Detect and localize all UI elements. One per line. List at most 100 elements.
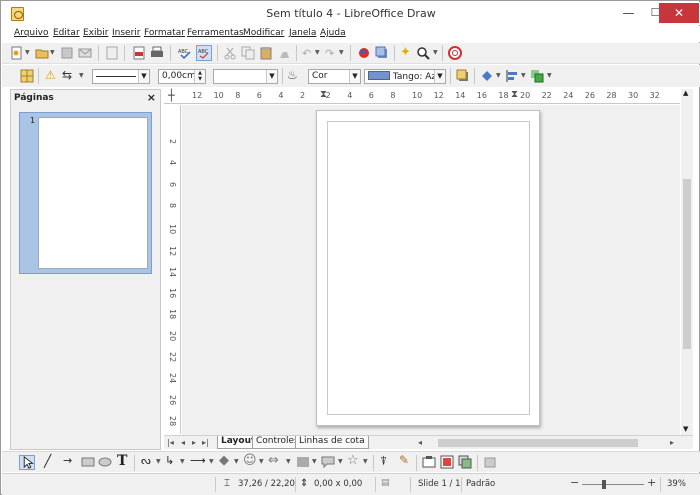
last-tab-icon[interactable]: ▸| xyxy=(202,438,209,447)
menu-janela[interactable]: Janela xyxy=(289,28,316,38)
arrow-line-tool-icon[interactable]: → xyxy=(63,454,72,467)
glue-points-icon[interactable]: ✎ xyxy=(399,453,409,467)
horizontal-scroll-thumb[interactable] xyxy=(438,439,638,447)
ellipse-tool-icon[interactable] xyxy=(98,455,112,469)
stars-icon[interactable]: ☆ xyxy=(347,453,359,468)
redo-icon[interactable]: ↷ xyxy=(325,47,334,60)
line-width-field[interactable]: 0,00cm ▲ ▼ xyxy=(158,69,206,84)
arrange-dropdown-icon[interactable]: ▼ xyxy=(547,72,552,79)
points-icon[interactable]: ✦ xyxy=(400,45,411,60)
vertical-ruler[interactable]: 2 4 6 8 10 12 14 16 18 20 22 24 26 28 xyxy=(164,105,181,434)
symbol-dropdown-icon[interactable]: ▼ xyxy=(259,458,264,465)
undo-dropdown-icon[interactable]: ▼ xyxy=(315,49,320,56)
select-arrow-icon[interactable] xyxy=(19,455,35,470)
stars-dropdown-icon[interactable]: ▼ xyxy=(363,458,368,465)
close-panel-icon[interactable]: × xyxy=(147,91,156,104)
close-button[interactable]: ✕ xyxy=(659,3,699,23)
menu-ferramentas[interactable]: Ferramentas xyxy=(187,28,244,38)
menu-modificar[interactable]: Modificar xyxy=(243,28,284,38)
block-arrows-dropdown-icon[interactable]: ▼ xyxy=(286,458,291,465)
zoom-dropdown-icon[interactable]: ▼ xyxy=(433,49,438,56)
edit-points-icon[interactable]: ⍒ xyxy=(380,454,387,469)
auto-spellcheck-icon[interactable]: ABC xyxy=(196,45,212,61)
extrusion-icon[interactable] xyxy=(483,455,497,469)
undo-icon[interactable]: ↶ xyxy=(302,47,311,60)
open-dropdown-icon[interactable]: ▼ xyxy=(50,49,55,56)
connector-tool-icon[interactable]: ↳ xyxy=(165,454,174,467)
flowchart-icon[interactable] xyxy=(296,455,310,469)
arrow-style-dropdown-icon[interactable]: ▼ xyxy=(79,72,84,79)
callouts-dropdown-icon[interactable]: ▼ xyxy=(338,458,343,465)
align-icon[interactable] xyxy=(505,69,519,83)
callouts-icon[interactable] xyxy=(321,455,335,469)
scroll-up-icon[interactable]: ▲ xyxy=(683,89,688,97)
help-icon[interactable] xyxy=(448,46,462,60)
align-dropdown-icon[interactable]: ▼ xyxy=(521,72,526,79)
zoom-icon[interactable] xyxy=(416,46,430,60)
zoom-slider-handle[interactable] xyxy=(602,480,607,489)
indent-marker-icon[interactable]: ⧗ xyxy=(511,89,518,100)
clone-formatting-icon[interactable] xyxy=(277,46,291,60)
lines-dropdown-icon[interactable]: ▼ xyxy=(209,458,214,465)
line-color-select[interactable]: ▼ xyxy=(213,69,278,84)
vertical-scroll-thumb[interactable] xyxy=(683,179,691,349)
drawing-page[interactable] xyxy=(316,110,540,426)
minimize-button[interactable]: — xyxy=(615,3,642,23)
fontwork-icon[interactable] xyxy=(422,455,436,469)
spelling-icon[interactable]: ABC xyxy=(178,46,192,60)
copy-icon[interactable] xyxy=(241,46,255,60)
menu-inserir[interactable]: Inserir xyxy=(112,28,141,38)
arrow-style-icon[interactable]: ⇆ xyxy=(62,68,72,82)
print-icon[interactable] xyxy=(150,46,164,60)
area-style-select[interactable]: Cor ▼ xyxy=(308,69,361,84)
open-folder-icon[interactable] xyxy=(35,46,49,60)
area-fill-icon[interactable]: ♨ xyxy=(287,68,298,82)
menu-formatar[interactable]: Formatar xyxy=(144,28,185,38)
export-pdf-icon[interactable] xyxy=(132,46,146,60)
basic-shapes-dropdown-icon[interactable]: ▼ xyxy=(234,458,239,465)
curve-dropdown-icon[interactable]: ▼ xyxy=(156,458,161,465)
image-icon[interactable] xyxy=(440,455,454,469)
menu-exibir[interactable]: Exibir xyxy=(83,28,108,38)
spinner-icon[interactable]: ▲ ▼ xyxy=(194,70,205,83)
next-tab-icon[interactable]: ▸ xyxy=(192,438,196,447)
prev-tab-icon[interactable]: ◂ xyxy=(181,438,185,447)
zoom-slider-track[interactable] xyxy=(582,484,644,485)
zoom-in-button[interactable]: + xyxy=(647,476,656,489)
document-modified-icon[interactable]: ▤ xyxy=(381,478,390,488)
lines-arrows-icon[interactable]: ⟶ xyxy=(190,454,206,467)
zoom-level[interactable]: 39% xyxy=(667,479,686,489)
horizontal-ruler[interactable]: ┼ 12 10 8 6 4 2 2 4 6 8 10 12 14 16 18 20 22 24 26 28 30 32 ⧗… xyxy=(164,89,680,104)
gallery-icon[interactable] xyxy=(458,455,472,469)
scroll-left-icon[interactable]: ◂ xyxy=(418,438,422,447)
transformations-icon[interactable] xyxy=(357,46,371,60)
flowchart-dropdown-icon[interactable]: ▼ xyxy=(312,458,317,465)
line-tool-icon[interactable]: ╱ xyxy=(44,454,51,468)
rotate-icon[interactable] xyxy=(480,69,494,83)
page-thumbnail-selected[interactable]: 1 xyxy=(19,112,152,274)
area-color-select[interactable]: Tango: Azu ▼ xyxy=(364,69,446,84)
vertical-scrollbar[interactable]: ▲ ▼ xyxy=(681,89,693,435)
tab-stop-icon[interactable]: ┼ xyxy=(168,89,175,102)
email-icon[interactable] xyxy=(78,46,92,60)
redo-dropdown-icon[interactable]: ▼ xyxy=(339,49,344,56)
object-shadow-icon[interactable] xyxy=(456,69,470,83)
zoom-out-button[interactable]: − xyxy=(570,476,579,489)
connector-dropdown-icon[interactable]: ▼ xyxy=(180,458,185,465)
rotate-dropdown-icon[interactable]: ▼ xyxy=(496,72,501,79)
menu-editar[interactable]: Editar xyxy=(53,28,80,38)
scroll-right-icon[interactable]: ▸ xyxy=(670,438,674,447)
rectangle-tool-icon[interactable] xyxy=(81,455,95,469)
tab-linhas-de-cota[interactable]: Linhas de cota xyxy=(295,436,369,449)
menu-arquivo[interactable]: Arquivo xyxy=(14,28,48,38)
new-document-icon[interactable] xyxy=(10,46,24,60)
block-arrows-icon[interactable]: ⇔ xyxy=(268,453,279,468)
line-icon[interactable]: ⚠ xyxy=(45,68,56,82)
menu-ajuda[interactable]: Ajuda xyxy=(320,28,346,38)
shadow-icon[interactable] xyxy=(375,46,389,60)
symbol-shapes-icon[interactable]: ☺ xyxy=(243,453,257,468)
save-icon[interactable] xyxy=(60,46,74,60)
basic-shapes-icon[interactable]: ◆ xyxy=(219,453,229,468)
edit-file-icon[interactable] xyxy=(105,46,119,60)
drawing-canvas[interactable] xyxy=(182,105,680,435)
